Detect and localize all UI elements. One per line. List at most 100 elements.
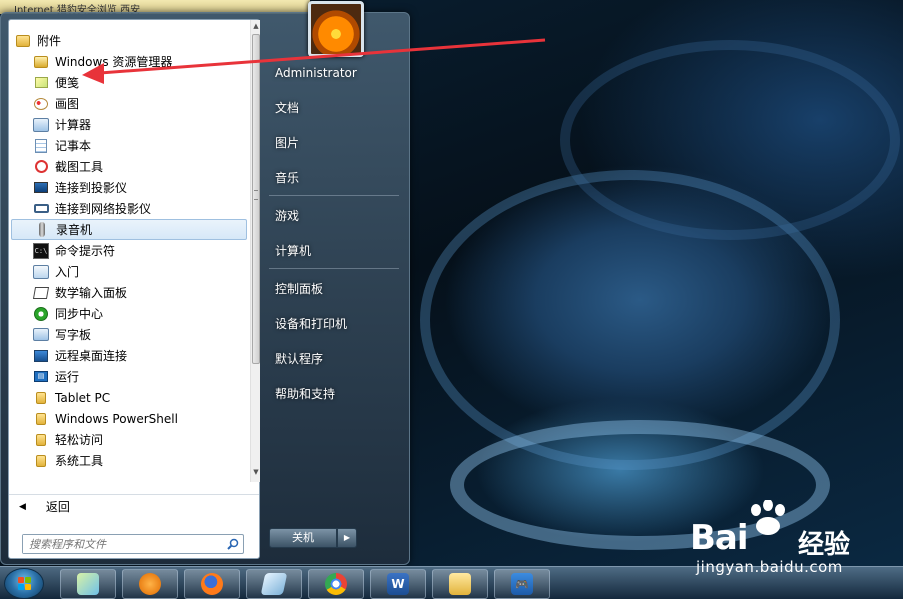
search-icon[interactable] <box>227 538 239 550</box>
programs-pane: 附件 Windows 资源管理器 便笺 画图 计算器 记事本 截图工具 连接到投… <box>8 19 260 559</box>
program-label: 远程桌面连接 <box>55 349 128 363</box>
program-label: 系统工具 <box>55 454 104 468</box>
program-label: 便笺 <box>55 76 80 90</box>
folder-icon <box>15 33 31 49</box>
paw-logo-icon <box>751 500 785 535</box>
chrome-icon <box>325 573 347 595</box>
program-item-snipping-tool[interactable]: 截图工具 <box>11 156 247 177</box>
program-item-wordpad[interactable]: 写字板 <box>11 324 247 345</box>
right-item-games[interactable]: 游戏 <box>269 200 403 230</box>
math-input-icon <box>32 285 50 301</box>
programs-folder-accessories[interactable]: 附件 <box>11 30 247 51</box>
network-projector-icon <box>33 201 49 217</box>
program-item-notepad[interactable]: 记事本 <box>11 135 247 156</box>
snipping-tool-icon <box>33 159 49 175</box>
taskbar-button-cheetah[interactable] <box>122 569 178 599</box>
wallpaper-wave <box>560 40 900 240</box>
taskbar-button-word[interactable]: W <box>370 569 426 599</box>
search-box <box>22 534 244 554</box>
program-folder-tablet-pc[interactable]: Tablet PC <box>11 387 247 408</box>
right-divider <box>269 195 399 196</box>
program-item-paint[interactable]: 画图 <box>11 93 247 114</box>
program-folder-system-tools[interactable]: 系统工具 <box>11 450 247 471</box>
folder-icon <box>33 411 49 427</box>
taskbar-button-chrome[interactable] <box>308 569 364 599</box>
program-label: Windows PowerShell <box>55 411 178 426</box>
right-item-music[interactable]: 音乐 <box>269 162 403 192</box>
right-item-default-programs[interactable]: 默认程序 <box>269 343 403 373</box>
program-item-projector[interactable]: 连接到投影仪 <box>11 177 247 198</box>
scroll-down-arrow-icon[interactable]: ▼ <box>251 468 261 478</box>
program-item-remote-desktop[interactable]: 远程桌面连接 <box>11 345 247 366</box>
taskbar-button-desktop[interactable] <box>60 569 116 599</box>
program-label: 同步中心 <box>55 307 104 321</box>
user-picture[interactable] <box>308 1 364 57</box>
program-item-sticky-notes[interactable]: 便笺 <box>11 72 247 93</box>
search-input[interactable] <box>23 535 223 553</box>
program-label: 计算器 <box>55 118 92 132</box>
right-item-devices-printers[interactable]: 设备和打印机 <box>269 308 403 338</box>
program-label: 记事本 <box>55 139 92 153</box>
program-label: 连接到网络投影仪 <box>55 202 152 216</box>
program-label: Windows 资源管理器 <box>55 55 173 69</box>
paint-icon <box>33 96 49 112</box>
right-item-control-panel[interactable]: 控制面板 <box>269 273 403 303</box>
right-item-help-support[interactable]: 帮助和支持 <box>269 378 403 408</box>
right-item-label: 默认程序 <box>275 351 324 366</box>
program-label: 录音机 <box>56 223 93 237</box>
command-prompt-icon: C:\ <box>33 242 49 259</box>
grip-icon <box>254 190 258 200</box>
program-item-command-prompt[interactable]: C:\ 命令提示符 <box>11 240 247 261</box>
right-item-computer[interactable]: 计算机 <box>269 235 403 265</box>
right-item-user[interactable]: Administrator <box>269 58 403 88</box>
right-item-label: 控制面板 <box>275 281 324 296</box>
start-menu: 附件 Windows 资源管理器 便笺 画图 计算器 记事本 截图工具 连接到投… <box>0 1 410 565</box>
right-item-label: Administrator <box>275 66 357 80</box>
right-item-label: 图片 <box>275 135 300 150</box>
program-label: 画图 <box>55 97 80 111</box>
notebook-icon <box>260 573 288 595</box>
word-icon: W <box>387 573 409 595</box>
program-item-calculator[interactable]: 计算器 <box>11 114 247 135</box>
program-label: 数学输入面板 <box>55 286 128 300</box>
sticky-notes-icon <box>33 75 49 91</box>
getting-started-icon <box>33 264 49 279</box>
taskbar-button-firefox[interactable] <box>184 569 240 599</box>
taskbar-button-file-manager[interactable] <box>432 569 488 599</box>
folder-icon <box>33 390 49 406</box>
program-item-getting-started[interactable]: 入门 <box>11 261 247 282</box>
sound-recorder-icon <box>34 222 50 238</box>
windows-logo-icon <box>18 577 32 591</box>
start-button[interactable] <box>4 568 44 599</box>
wordpad-icon <box>33 328 49 341</box>
program-label: 轻松访问 <box>55 433 104 447</box>
programs-scrollbar[interactable]: ▲ ▼ <box>250 20 260 482</box>
program-item-math-input[interactable]: 数学输入面板 <box>11 282 247 303</box>
shutdown-options-arrow-icon[interactable]: ▶ <box>337 528 357 548</box>
program-item-sync-center[interactable]: 同步中心 <box>11 303 247 324</box>
right-item-label: 音乐 <box>275 170 300 185</box>
back-label: 返回 <box>45 500 70 514</box>
program-item-run[interactable]: ▤ 运行 <box>11 366 247 387</box>
right-item-documents[interactable]: 文档 <box>269 92 403 122</box>
taskbar-button-games[interactable]: 🎮 <box>494 569 550 599</box>
program-item-sound-recorder[interactable]: 录音机 <box>11 219 247 240</box>
scroll-thumb[interactable] <box>252 34 260 364</box>
scroll-up-arrow-icon[interactable]: ▲ <box>251 22 261 32</box>
program-item-network-projector[interactable]: 连接到网络投影仪 <box>11 198 247 219</box>
back-button[interactable]: ◀ 返回 <box>9 494 259 518</box>
baidu-logo: Bai <box>690 518 749 558</box>
shutdown-button[interactable]: 关机 <box>269 528 337 548</box>
program-label: 附件 <box>37 34 62 48</box>
firefox-icon <box>201 573 223 595</box>
projector-icon <box>33 180 49 196</box>
taskbar-button-notebook[interactable] <box>246 569 302 599</box>
calculator-icon <box>33 117 49 132</box>
right-item-label: 游戏 <box>275 208 300 223</box>
program-label: Tablet PC <box>55 390 111 405</box>
show-desktop-icon <box>77 573 99 595</box>
program-item-explorer[interactable]: Windows 资源管理器 <box>11 51 247 72</box>
program-folder-ease-of-access[interactable]: 轻松访问 <box>11 429 247 450</box>
program-folder-powershell[interactable]: Windows PowerShell <box>11 408 247 429</box>
right-item-pictures[interactable]: 图片 <box>269 127 403 157</box>
